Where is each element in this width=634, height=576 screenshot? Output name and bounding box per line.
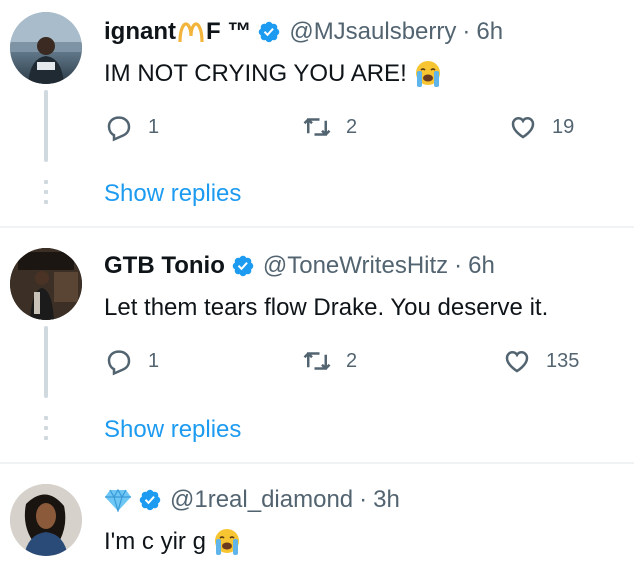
timestamp[interactable]: 3h bbox=[373, 486, 400, 514]
avatar[interactable] bbox=[10, 12, 82, 84]
retweet-icon bbox=[303, 118, 331, 136]
reply-button[interactable]: 1 bbox=[104, 344, 159, 378]
avatar[interactable] bbox=[10, 248, 82, 320]
show-replies-link[interactable]: Show replies bbox=[104, 180, 241, 208]
tweet-header: @1real_diamond · 3h bbox=[104, 482, 400, 518]
tweet-text: Let them tears flow Drake. You deserve i… bbox=[104, 290, 548, 326]
mcdonalds-arches-icon bbox=[178, 22, 204, 42]
tweet-text: IM NOT CRYING YOU ARE! bbox=[104, 56, 443, 92]
thread-dots bbox=[44, 416, 48, 446]
handle[interactable]: @1real_diamond bbox=[170, 486, 353, 514]
like-icon bbox=[505, 350, 529, 373]
like-icon bbox=[511, 116, 535, 139]
show-replies-link[interactable]: Show replies bbox=[104, 416, 241, 444]
tweet-text-content: I'm c yir g bbox=[104, 528, 206, 555]
loudly-crying-face-icon bbox=[415, 61, 440, 87]
handle[interactable]: @MJsaulsberry bbox=[289, 18, 456, 46]
retweet-count: 2 bbox=[346, 115, 358, 138]
timestamp[interactable]: 6h bbox=[468, 252, 495, 280]
reply-button[interactable]: 1 bbox=[104, 110, 159, 144]
like-count: 19 bbox=[552, 115, 575, 138]
thread-line bbox=[44, 90, 48, 162]
avatar[interactable] bbox=[10, 484, 82, 556]
retweet-icon bbox=[303, 352, 331, 370]
tweet-header: ignant F ™ @MJsaulsberry · 6h bbox=[104, 14, 503, 50]
reply-icon bbox=[107, 116, 131, 142]
display-name-suffix: F ™ bbox=[206, 18, 252, 45]
tweet-text: I'm c yir g bbox=[104, 524, 242, 560]
like-count: 135 bbox=[546, 349, 580, 372]
display-name[interactable]: ignant bbox=[104, 18, 176, 46]
tweet-text-content: IM NOT CRYING YOU ARE! bbox=[104, 60, 407, 87]
reply-icon bbox=[107, 350, 131, 376]
thread-dots bbox=[44, 180, 48, 210]
tweet-1[interactable]: ignant F ™ @MJsaulsberry · 6h IM NOT CRY… bbox=[0, 0, 634, 230]
tweet-actions: 1 2 135 bbox=[104, 344, 604, 378]
retweet-button[interactable]: 2 bbox=[302, 344, 357, 378]
tweet-header: GTB Tonio @ToneWritesHitz · 6h bbox=[104, 248, 495, 284]
separator: · bbox=[462, 18, 471, 45]
diamond-icon bbox=[105, 488, 131, 512]
separator: · bbox=[359, 486, 368, 513]
tweet-actions: 1 2 19 bbox=[104, 110, 604, 144]
like-button[interactable]: 19 bbox=[508, 110, 574, 144]
verified-badge-icon bbox=[139, 489, 161, 511]
verified-badge-icon bbox=[259, 21, 280, 43]
handle[interactable]: @ToneWritesHitz bbox=[263, 252, 448, 280]
reply-count: 1 bbox=[148, 115, 160, 138]
thread-line bbox=[44, 326, 48, 398]
tweet-3[interactable]: @1real_diamond · 3h I'm c yir g bbox=[0, 464, 634, 576]
reply-count: 1 bbox=[148, 349, 160, 372]
avatar-image bbox=[10, 248, 82, 320]
loudly-crying-face-icon bbox=[214, 529, 239, 555]
verified-badge-icon bbox=[232, 255, 254, 277]
timestamp[interactable]: 6h bbox=[476, 18, 503, 46]
tweet-text-content: Let them tears flow Drake. You deserve i… bbox=[104, 294, 549, 321]
tweet-2[interactable]: GTB Tonio @ToneWritesHitz · 6h Let them … bbox=[0, 228, 634, 462]
retweet-count: 2 bbox=[346, 349, 358, 372]
like-button[interactable]: 135 bbox=[502, 344, 579, 378]
avatar-image bbox=[10, 484, 82, 556]
display-name[interactable]: GTB Tonio bbox=[104, 252, 225, 280]
retweet-button[interactable]: 2 bbox=[302, 110, 357, 144]
separator: · bbox=[454, 252, 463, 279]
avatar-image bbox=[10, 12, 82, 84]
